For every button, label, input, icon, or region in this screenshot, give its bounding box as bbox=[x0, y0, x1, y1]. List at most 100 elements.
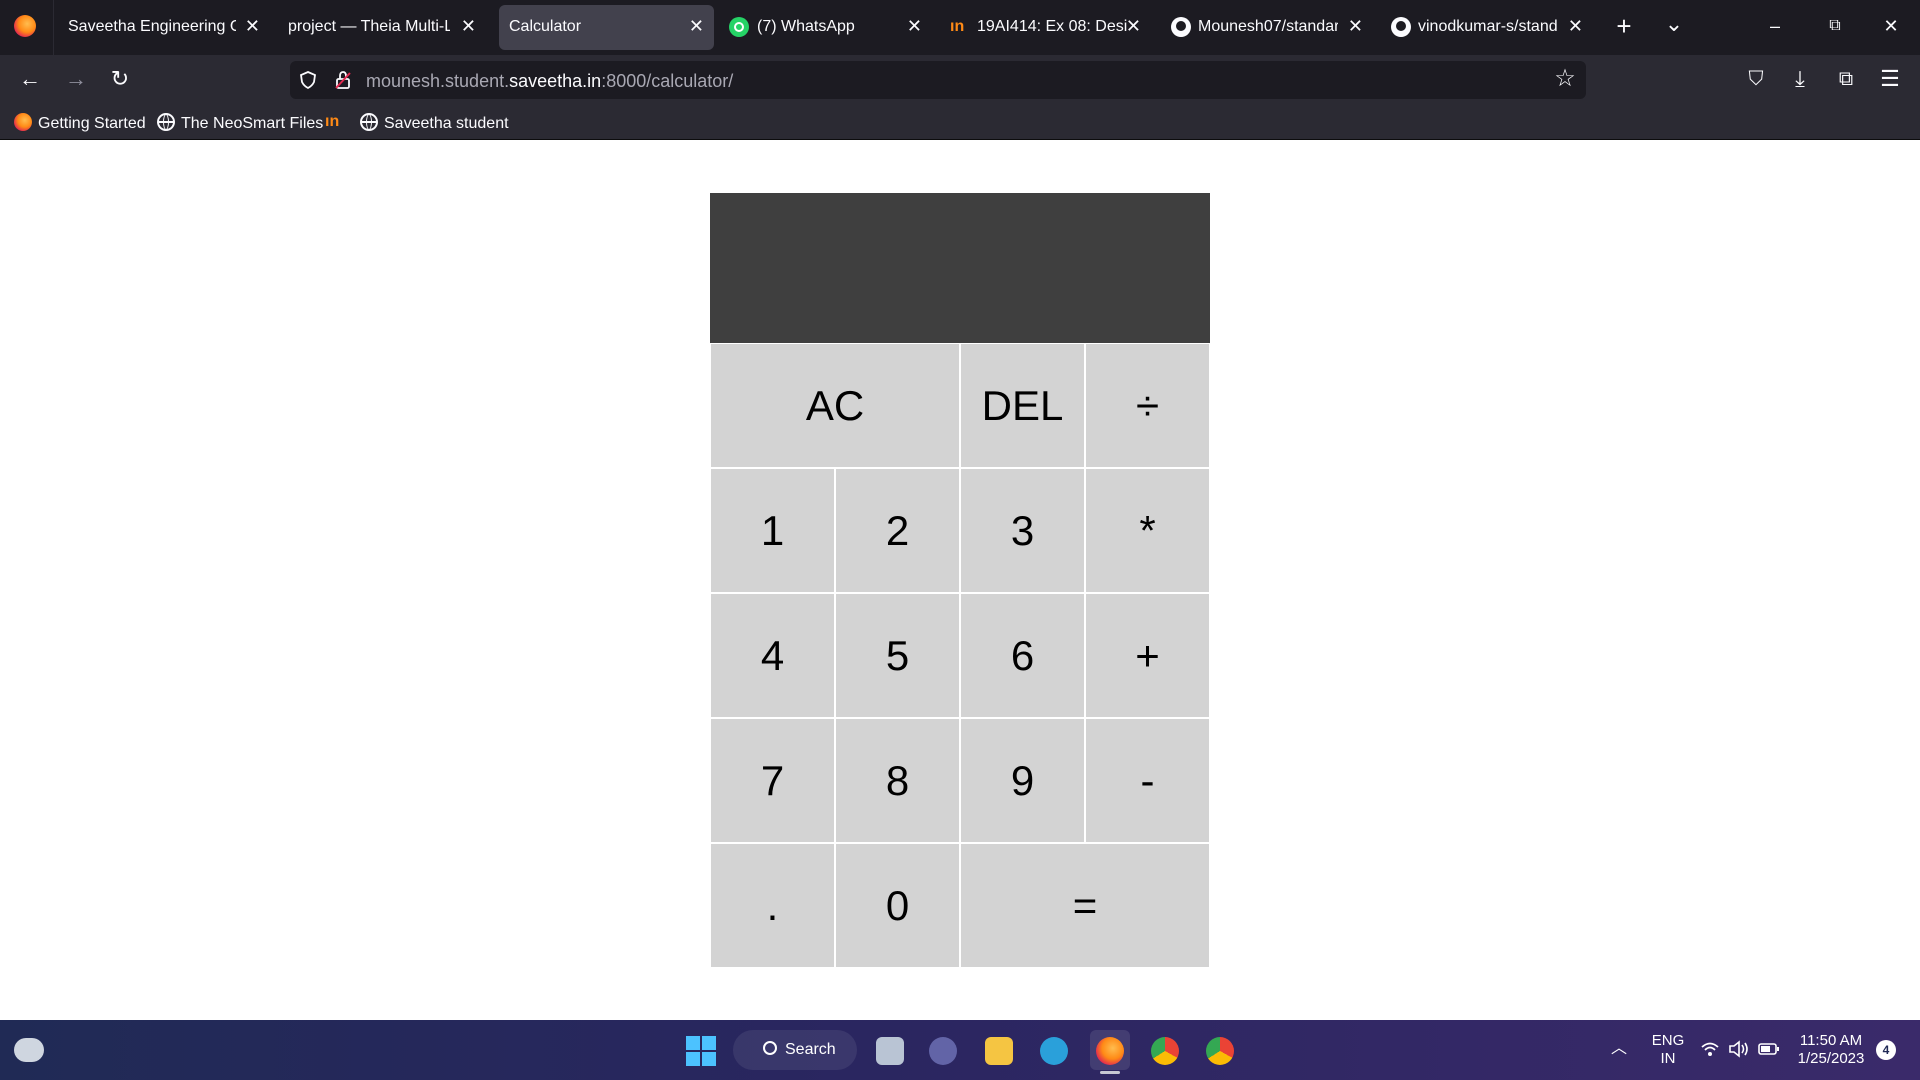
tab-close-icon[interactable]: ✕ bbox=[1348, 16, 1363, 36]
digit-3-button[interactable]: 3 bbox=[960, 468, 1085, 593]
bookmark-in[interactable]: ın bbox=[325, 113, 339, 131]
tab-github-vinodkumar[interactable]: vinodkumar-s/standar ✕ bbox=[1383, 5, 1593, 50]
tab-close-icon[interactable]: ✕ bbox=[907, 16, 922, 36]
reload-button[interactable]: ↻ bbox=[106, 67, 134, 91]
tab-close-icon[interactable]: ✕ bbox=[689, 16, 704, 36]
divide-button[interactable]: ÷ bbox=[1085, 343, 1210, 468]
tab-title: Saveetha Engineering Colle bbox=[68, 18, 236, 35]
tab-close-icon[interactable]: ✕ bbox=[1126, 16, 1141, 36]
tab-whatsapp[interactable]: (7) WhatsApp ✕ bbox=[722, 5, 932, 50]
digit-7-button[interactable]: 7 bbox=[710, 718, 835, 843]
language-line1: ENG bbox=[1651, 1032, 1685, 1049]
teams-chat-icon[interactable] bbox=[929, 1037, 957, 1065]
taskbar: Search ︿ ENG IN 11:50 AM 1/25/2023 4 bbox=[0, 1020, 1920, 1080]
calculator: AC DEL ÷ 1 2 3 * 4 5 6 + 7 8 9 - . 0 = bbox=[710, 193, 1210, 968]
battery-icon[interactable] bbox=[1758, 1041, 1780, 1057]
digit-0-button[interactable]: 0 bbox=[835, 843, 960, 968]
language-indicator[interactable]: ENG IN bbox=[1646, 1032, 1690, 1068]
windows-logo-icon bbox=[686, 1036, 700, 1050]
github-icon bbox=[1391, 17, 1411, 37]
close-window-button[interactable]: ✕ bbox=[1876, 14, 1906, 38]
plus-button[interactable]: + bbox=[1085, 593, 1210, 718]
multiply-button[interactable]: * bbox=[1085, 468, 1210, 593]
chrome-icon[interactable] bbox=[1151, 1037, 1179, 1065]
volume-icon[interactable] bbox=[1728, 1040, 1750, 1058]
tab-calculator[interactable]: Calculator ✕ bbox=[499, 5, 714, 50]
tab-title: vinodkumar-s/standar bbox=[1418, 18, 1558, 35]
restore-button[interactable]: ⧉ bbox=[1820, 14, 1850, 38]
search-label: Search bbox=[785, 1041, 836, 1058]
forward-button[interactable]: → bbox=[62, 67, 90, 91]
url-text[interactable]: mounesh.student.saveetha.in:8000/calcula… bbox=[366, 71, 733, 92]
tab-19ai414[interactable]: ın 19AI414: Ex 08: Design ✕ bbox=[945, 5, 1151, 50]
list-all-tabs-icon[interactable]: ⌄ bbox=[1662, 12, 1686, 36]
address-bar[interactable]: mounesh.student.saveetha.in:8000/calcula… bbox=[290, 61, 1586, 99]
wifi-icon[interactable] bbox=[1700, 1040, 1720, 1058]
digit-1-button[interactable]: 1 bbox=[710, 468, 835, 593]
bookmark-label: Saveetha student bbox=[384, 115, 509, 132]
taskbar-search-button[interactable]: Search bbox=[733, 1030, 857, 1070]
tab-theia[interactable]: project — Theia Multi-Lan ✕ bbox=[278, 5, 486, 50]
decimal-button[interactable]: . bbox=[710, 843, 835, 968]
tracking-shield-icon[interactable] bbox=[298, 70, 318, 90]
bookmark-saveetha-student[interactable]: Saveetha student bbox=[360, 113, 509, 133]
digit-6-button[interactable]: 6 bbox=[960, 593, 1085, 718]
digit-8-button[interactable]: 8 bbox=[835, 718, 960, 843]
page-content: AC DEL ÷ 1 2 3 * 4 5 6 + 7 8 9 - . 0 = bbox=[0, 141, 1920, 1020]
tab-close-icon[interactable]: ✕ bbox=[1568, 16, 1583, 36]
tab-saveetha[interactable]: Saveetha Engineering Colle ✕ bbox=[58, 5, 270, 50]
in-icon: ın bbox=[950, 18, 965, 35]
task-view-icon[interactable] bbox=[876, 1037, 904, 1065]
chrome-profile-icon[interactable] bbox=[1206, 1037, 1234, 1065]
pocket-icon[interactable]: ⛉ bbox=[1742, 67, 1770, 91]
navigation-toolbar: ← → ↻ mounesh.student.saveetha.in:8000/c… bbox=[0, 55, 1920, 105]
bookmark-star-icon[interactable]: ☆ bbox=[1552, 67, 1578, 91]
new-tab-button[interactable]: + bbox=[1612, 13, 1636, 39]
tab-title: (7) WhatsApp bbox=[757, 18, 855, 35]
start-button[interactable] bbox=[686, 1036, 716, 1066]
tab-title: 19AI414: Ex 08: Design bbox=[977, 18, 1127, 35]
delete-button[interactable]: DEL bbox=[960, 343, 1085, 468]
active-app-indicator bbox=[1100, 1071, 1120, 1074]
bookmark-label: Getting Started bbox=[38, 115, 146, 132]
tab-close-icon[interactable]: ✕ bbox=[245, 16, 260, 36]
firefox-view-icon[interactable] bbox=[14, 15, 36, 37]
digit-2-button[interactable]: 2 bbox=[835, 468, 960, 593]
lock-insecure-icon[interactable] bbox=[334, 70, 352, 90]
tab-title: Calculator bbox=[509, 18, 582, 35]
bookmark-neosmart[interactable]: The NeoSmart Files bbox=[157, 113, 323, 133]
clock-date: 1/25/2023 bbox=[1797, 1050, 1865, 1067]
weather-widget-icon[interactable] bbox=[14, 1038, 44, 1062]
app-menu-icon[interactable]: ☰ bbox=[1876, 67, 1904, 91]
extensions-icon[interactable]: ⧉ bbox=[1832, 67, 1860, 91]
digit-4-button[interactable]: 4 bbox=[710, 593, 835, 718]
minimize-button[interactable]: – bbox=[1760, 14, 1790, 38]
digit-5-button[interactable]: 5 bbox=[835, 593, 960, 718]
bookmark-label: The NeoSmart Files bbox=[181, 115, 324, 132]
tab-bar: Saveetha Engineering Colle ✕ project — T… bbox=[0, 0, 1920, 55]
all-clear-button[interactable]: AC bbox=[710, 343, 960, 468]
notification-badge[interactable]: 4 bbox=[1876, 1040, 1896, 1060]
clock-time: 11:50 AM bbox=[1799, 1032, 1863, 1049]
whatsapp-icon bbox=[729, 17, 749, 37]
clock[interactable]: 11:50 AM 1/25/2023 bbox=[1794, 1032, 1868, 1068]
equals-button[interactable]: = bbox=[960, 843, 1210, 968]
tab-title: Mounesh07/standard- bbox=[1198, 18, 1338, 35]
downloads-icon[interactable]: ⤓ bbox=[1786, 67, 1814, 91]
telegram-icon[interactable] bbox=[1040, 1037, 1068, 1065]
in-icon: ın bbox=[325, 113, 340, 130]
back-button[interactable]: ← bbox=[16, 67, 44, 91]
tab-title: project — Theia Multi-Lan bbox=[288, 18, 450, 35]
url-suffix: :8000/calculator/ bbox=[601, 71, 734, 91]
language-line2: IN bbox=[1660, 1050, 1676, 1067]
tab-close-icon[interactable]: ✕ bbox=[461, 16, 476, 36]
digit-9-button[interactable]: 9 bbox=[960, 718, 1085, 843]
file-explorer-icon[interactable] bbox=[985, 1037, 1013, 1065]
firefox-icon[interactable] bbox=[1096, 1037, 1124, 1065]
globe-icon bbox=[360, 113, 378, 131]
bookmark-getting-started[interactable]: Getting Started bbox=[14, 113, 146, 133]
bookmarks-toolbar: Getting Started The NeoSmart Files ın Sa… bbox=[0, 105, 1920, 140]
tab-github-mounesh[interactable]: Mounesh07/standard- ✕ bbox=[1163, 5, 1373, 50]
minus-button[interactable]: - bbox=[1085, 718, 1210, 843]
show-hidden-icons-button[interactable]: ︿ bbox=[1604, 1040, 1634, 1058]
